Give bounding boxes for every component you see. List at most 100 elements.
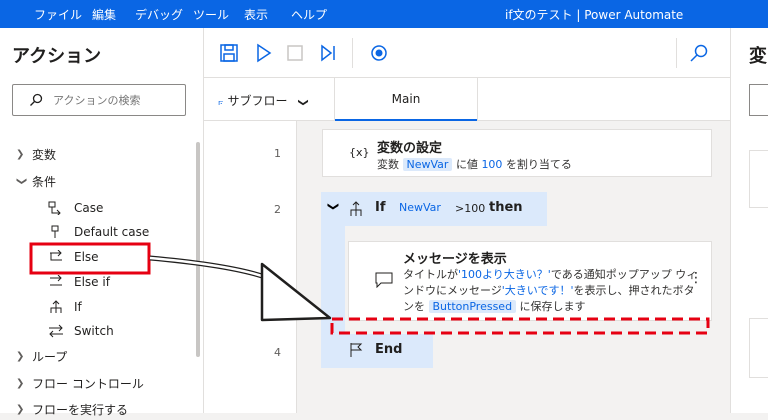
menu-debug[interactable]: デバッグ xyxy=(135,6,183,23)
tree-item-conditions[interactable]: ❯ 条件 xyxy=(16,172,57,192)
if-icon xyxy=(50,300,62,313)
designer-toolbar xyxy=(204,28,730,78)
menu-tools[interactable]: ツール xyxy=(193,6,229,23)
subflow-label: サブフロー xyxy=(227,94,288,108)
tree-label: フローを実行する xyxy=(32,403,129,417)
variables-section[interactable] xyxy=(749,318,768,378)
set-variable-action[interactable]: {x} 変数の設定 変数 NewVar に値 100 を割り当てる xyxy=(322,129,712,177)
subflow-icon: ⟔ xyxy=(218,94,224,108)
action-description: タイトルが'100より大きい？'である通知ポップアップ ウィ ンドウにメッセージ… xyxy=(403,267,697,315)
display-message-action[interactable]: メッセージを表示 タイトルが'100より大きい？'である通知ポップアップ ウィ … xyxy=(348,241,712,321)
variables-search-box[interactable] xyxy=(749,84,768,116)
actions-pane-title: アクション xyxy=(12,46,102,67)
chevron-right-icon: ❯ xyxy=(16,378,25,389)
save-icon[interactable] xyxy=(218,42,240,64)
tree-item-case[interactable]: Case xyxy=(48,198,104,218)
end-flag-icon xyxy=(350,343,363,357)
tree-label: Default case xyxy=(74,225,150,239)
else-if-icon xyxy=(50,275,62,286)
step-next-icon[interactable] xyxy=(317,42,339,64)
desc-text: を割り当てる xyxy=(505,158,572,171)
then-keyword: then xyxy=(489,200,523,215)
desc-text: タイトルが xyxy=(403,268,458,281)
action-search-input[interactable] xyxy=(53,91,181,109)
case-icon xyxy=(48,201,61,215)
search-icon xyxy=(30,93,43,106)
tree-item-default-case[interactable]: Default case xyxy=(51,222,150,242)
end-keyword: End xyxy=(375,342,403,357)
desc-text: 変数 xyxy=(377,158,399,171)
menu-edit[interactable]: 編集 xyxy=(92,6,116,23)
tree-item-flow-control[interactable]: ❯ フロー コントロール xyxy=(16,374,144,394)
desc-text: ンドウにメッセージ xyxy=(403,284,502,297)
if-keyword: If xyxy=(375,200,386,215)
value-literal: 100 xyxy=(481,158,503,171)
tree-item-loops[interactable]: ❯ ループ xyxy=(16,347,68,367)
line-number-gutter: 1 2 3 4 xyxy=(204,121,297,413)
action-title: 変数の設定 xyxy=(377,141,443,156)
tab-bar: ⟔ サブフロー ❯ Main xyxy=(204,78,730,122)
tree-item-else-if[interactable]: Else if xyxy=(50,272,110,292)
chevron-right-icon: ❯ xyxy=(16,404,25,415)
action-search-box[interactable] xyxy=(12,84,186,116)
string-literal: '100より大きい？' xyxy=(458,268,551,281)
chevron-down-icon: ❯ xyxy=(298,98,310,107)
window-title: if文のテスト | Power Automate xyxy=(505,8,684,22)
message-icon xyxy=(375,272,393,288)
flow-canvas: 1 2 3 4 {x} 変数の設定 変数 NewVar に値 100 を割り当て… xyxy=(204,121,730,413)
menu-file[interactable]: ファイル xyxy=(34,6,82,23)
record-icon[interactable] xyxy=(368,42,390,64)
chevron-right-icon: ❯ xyxy=(16,351,25,362)
variable-chip: NewVar xyxy=(395,201,445,214)
action-description: 変数 NewVar に値 100 を割り当てる xyxy=(377,157,572,173)
switch-icon xyxy=(49,324,63,338)
tree-item-else[interactable]: Else xyxy=(50,247,99,267)
desc-text: ンを xyxy=(403,300,425,313)
tree-label: 条件 xyxy=(32,175,57,189)
if-icon xyxy=(350,201,362,216)
tree-item-if[interactable]: If xyxy=(50,297,82,317)
tree-item-run-flow[interactable]: ❯ フローを実行する xyxy=(16,400,129,420)
tree-item-variables[interactable]: ❯ 変数 xyxy=(16,145,57,165)
menu-help[interactable]: ヘルプ xyxy=(291,6,327,23)
tree-label: 変数 xyxy=(32,148,57,162)
line-number: 3 xyxy=(274,276,281,289)
tree-item-switch[interactable]: Switch xyxy=(49,321,114,341)
scrollbar-thumb[interactable] xyxy=(196,142,200,357)
desc-text: である通知ポップアップ ウィ xyxy=(550,268,698,281)
stop-icon[interactable] xyxy=(284,42,306,64)
desc-text: に値 xyxy=(455,158,478,171)
action-title: メッセージを表示 xyxy=(403,252,507,267)
chevron-down-icon: ❯ xyxy=(16,177,27,186)
run-icon[interactable] xyxy=(252,42,274,64)
subflow-dropdown[interactable]: ⟔ サブフロー ❯ xyxy=(218,92,310,109)
variable-chip: NewVar xyxy=(402,158,453,171)
string-literal: '大きいです！' xyxy=(501,284,574,297)
tree-label: Else if xyxy=(74,275,110,289)
menu-view[interactable]: 表示 xyxy=(244,6,268,23)
tree-label: フロー コントロール xyxy=(32,377,144,391)
collapse-chevron-icon[interactable]: ❯ xyxy=(327,202,340,211)
default-case-icon xyxy=(51,225,59,238)
line-number: 1 xyxy=(274,147,281,160)
else-icon xyxy=(50,250,62,261)
tree-label: Else xyxy=(74,250,99,264)
tree-label: Switch xyxy=(74,324,114,338)
variables-pane: 変 xyxy=(730,28,768,413)
if-condition: >100 xyxy=(455,202,486,215)
variables-section[interactable] xyxy=(749,150,768,208)
variable-icon: {x} xyxy=(349,146,370,159)
search-icon[interactable] xyxy=(688,42,710,64)
end-action[interactable]: End xyxy=(321,334,433,368)
if-action[interactable]: ❯ If NewVar >100 then xyxy=(321,192,547,226)
tab-main[interactable]: Main xyxy=(334,78,478,122)
toolbar-separator xyxy=(352,38,353,68)
tree-label: If xyxy=(74,300,82,314)
desc-text: を表示し、押されたボタ xyxy=(573,284,695,297)
more-options-icon[interactable]: ⋮ xyxy=(689,270,703,286)
tree-label: ループ xyxy=(32,350,68,364)
desc-text: に保存します xyxy=(519,300,586,313)
menu-bar: ファイル 編集 デバッグ ツール 表示 ヘルプ if文のテスト | Power … xyxy=(0,0,768,28)
tree-label: Case xyxy=(74,201,104,215)
chevron-right-icon: ❯ xyxy=(16,149,25,160)
